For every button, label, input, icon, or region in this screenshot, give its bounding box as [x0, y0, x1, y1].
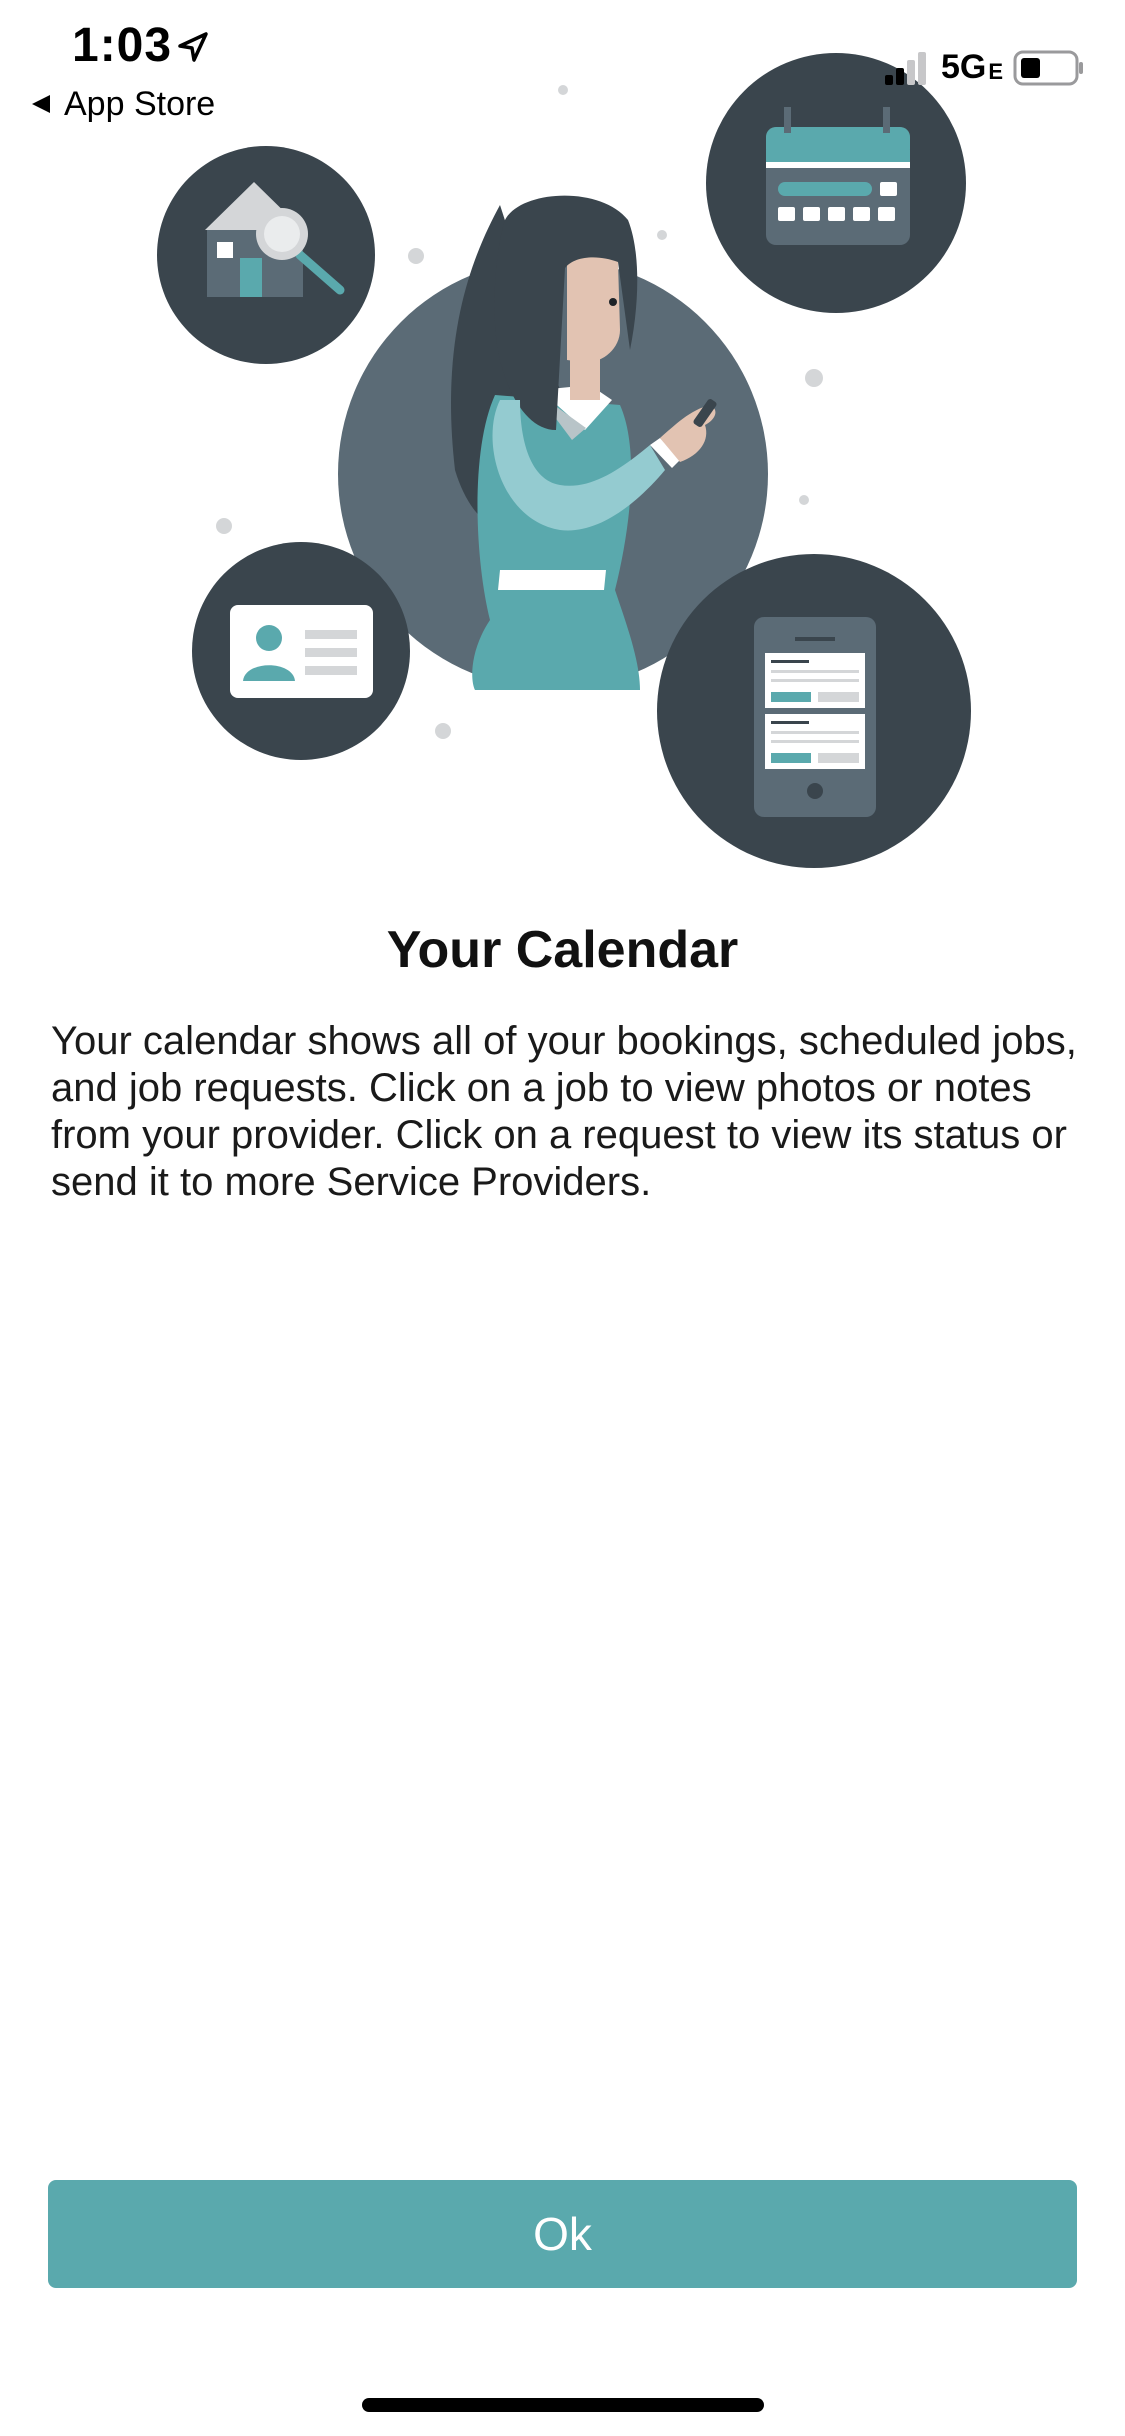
- back-to-app-store[interactable]: App Store: [30, 82, 215, 126]
- battery-icon: [1013, 50, 1083, 85]
- home-indicator[interactable]: [362, 2398, 764, 2412]
- cellular-signal-icon: [884, 51, 926, 85]
- ok-button[interactable]: Ok: [48, 2180, 1077, 2288]
- description-text: Your calendar shows all of your bookings…: [51, 1019, 1077, 1204]
- id-card-icon: [192, 542, 410, 760]
- back-label: App Store: [64, 84, 216, 123]
- location-arrow-icon: [178, 32, 208, 62]
- calendar-icon: [706, 53, 966, 313]
- status-indicators: 5G E: [883, 48, 1085, 87]
- onboarding-screen: 1:03 App Store 5G E Your Calendar Your c…: [0, 0, 1125, 2436]
- page-title: Your Calendar: [386, 921, 739, 979]
- back-triangle-icon: [32, 95, 50, 113]
- calendar-onboarding-illustration: [157, 53, 971, 868]
- network-type: 5G: [940, 48, 987, 86]
- network-suffix: E: [988, 58, 1003, 84]
- phone-list-icon: [657, 554, 971, 868]
- house-search-icon: [157, 146, 375, 364]
- status-time: 1:03: [72, 19, 173, 72]
